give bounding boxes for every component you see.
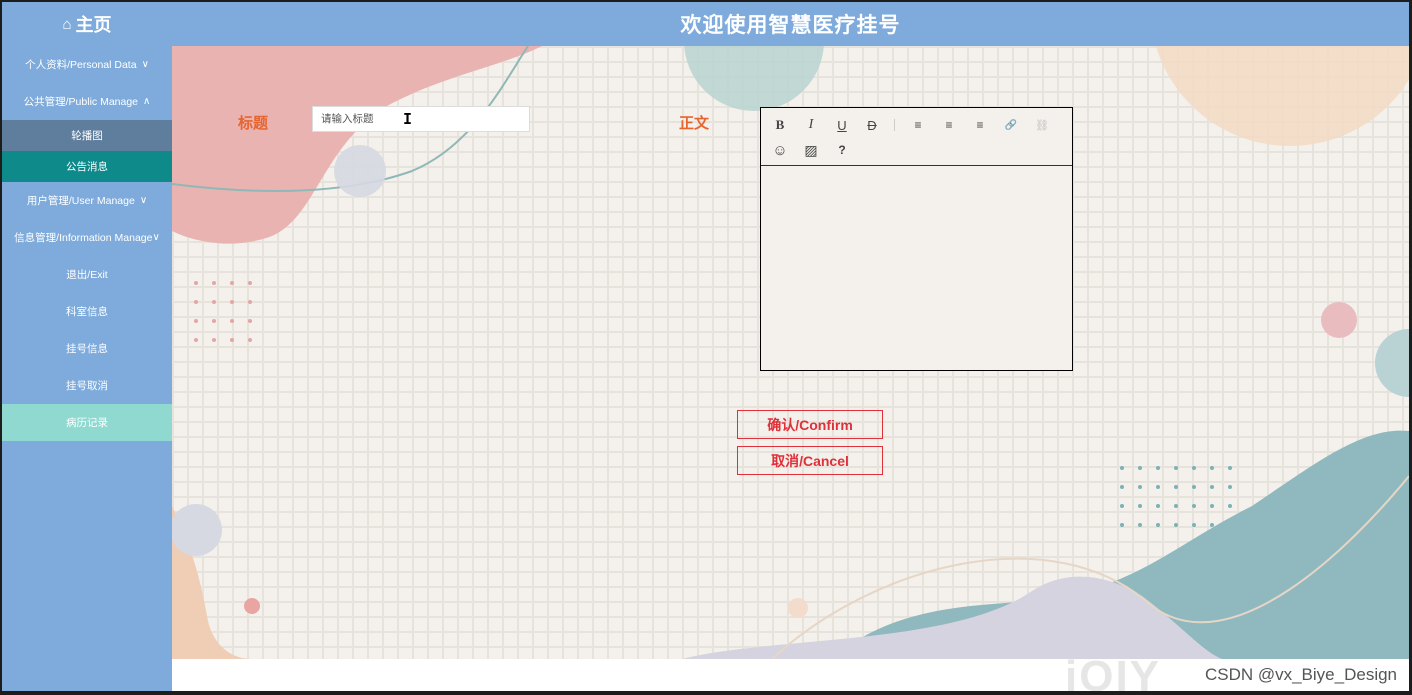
emoji-icon[interactable]: ☺ bbox=[771, 141, 789, 159]
home-link[interactable]: ⌂ 主页 bbox=[2, 2, 172, 46]
sidebar-subitem-carousel[interactable]: 轮播图 bbox=[2, 120, 172, 151]
app-window: ⌂ 主页 欢迎使用智慧医疗挂号 个人资料/Personal Data ∨ 公共管… bbox=[2, 2, 1409, 691]
cancel-button[interactable]: 取消/Cancel bbox=[737, 446, 883, 475]
body-label: 正文 bbox=[679, 115, 710, 132]
site-title: 欢迎使用智慧医疗挂号 bbox=[680, 14, 901, 37]
home-label: 主页 bbox=[75, 15, 112, 35]
sidebar-item-label: 个人资料/Personal Data bbox=[25, 59, 137, 71]
italic-icon[interactable]: I bbox=[802, 116, 820, 134]
editor-toolbar: B I U D ≡ ≡ ≡ 🔗 ⛓ ☺ ▨ ? bbox=[761, 108, 1072, 166]
bold-icon[interactable]: B bbox=[771, 116, 789, 134]
sidebar-item-user-manage[interactable]: 用户管理/User Manage ∨ bbox=[2, 182, 172, 219]
sidebar-item-label: 公共管理/Public Manage bbox=[23, 96, 139, 108]
title-label: 标题 bbox=[238, 115, 269, 132]
text-cursor-icon: I bbox=[403, 110, 413, 128]
sidebar-item-label: 病历记录 bbox=[66, 417, 108, 429]
sidebar-item-public-manage[interactable]: 公共管理/Public Manage ∧ bbox=[2, 83, 172, 120]
chevron-up-icon: ∧ bbox=[143, 96, 151, 107]
sidebar-item-medical-records[interactable]: 病历记录 bbox=[2, 404, 172, 441]
sidebar-item-label: 用户管理/User Manage bbox=[26, 195, 135, 207]
sidebar-item-label: 挂号信息 bbox=[66, 343, 108, 355]
unlink-icon[interactable]: ⛓ bbox=[1033, 116, 1051, 134]
help-icon[interactable]: ? bbox=[833, 141, 851, 159]
align-left-icon[interactable]: ≡ bbox=[909, 116, 927, 134]
title-input[interactable] bbox=[312, 106, 530, 132]
sidebar-item-exit[interactable]: 退出/Exit bbox=[2, 256, 172, 293]
sidebar-item-label: 信息管理/Information Manage bbox=[14, 232, 153, 244]
top-header: ⌂ 主页 欢迎使用智慧医疗挂号 bbox=[2, 2, 1409, 46]
sidebar-item-personal-data[interactable]: 个人资料/Personal Data ∨ bbox=[2, 46, 172, 83]
chevron-down-icon: ∨ bbox=[152, 232, 160, 243]
csdn-watermark: CSDN @vx_Biye_Design bbox=[1204, 665, 1397, 684]
toolbar-divider bbox=[894, 119, 895, 131]
main-content: 标题 I 正文 B I U D ≡ ≡ ≡ 🔗 ⛓ ☺ ▨ ? 确认/Confi… bbox=[172, 46, 1409, 659]
sidebar-item-label: 科室信息 bbox=[66, 306, 108, 318]
sidebar-item-department-info[interactable]: 科室信息 bbox=[2, 293, 172, 330]
align-right-icon[interactable]: ≡ bbox=[971, 116, 989, 134]
editor-text-area[interactable] bbox=[761, 166, 1072, 370]
link-icon[interactable]: 🔗 bbox=[1002, 116, 1020, 134]
confirm-button[interactable]: 确认/Confirm bbox=[737, 410, 883, 439]
sidebar-item-registration-cancel[interactable]: 挂号取消 bbox=[2, 367, 172, 404]
sidebar-item-label: 挂号取消 bbox=[66, 380, 108, 392]
sidebar-item-registration-info[interactable]: 挂号信息 bbox=[2, 330, 172, 367]
sidebar-item-information-manage[interactable]: 信息管理/Information Manage ∨ bbox=[2, 219, 172, 256]
chevron-down-icon: ∨ bbox=[141, 59, 149, 70]
chevron-down-icon: ∨ bbox=[139, 195, 148, 206]
strikethrough-icon[interactable]: D bbox=[863, 116, 881, 134]
home-icon: ⌂ bbox=[62, 15, 72, 33]
rich-text-editor: B I U D ≡ ≡ ≡ 🔗 ⛓ ☺ ▨ ? bbox=[760, 107, 1073, 371]
underline-icon[interactable]: U bbox=[833, 116, 851, 134]
sidebar-item-label: 退出/Exit bbox=[66, 269, 108, 281]
sidebar: 个人资料/Personal Data ∨ 公共管理/Public Manage … bbox=[2, 46, 172, 691]
align-center-icon[interactable]: ≡ bbox=[940, 116, 958, 134]
sidebar-item-label: 轮播图 bbox=[71, 130, 103, 142]
video-logo-watermark: iQIY bbox=[1065, 652, 1162, 691]
sidebar-item-label: 公告消息 bbox=[66, 161, 108, 173]
sidebar-subitem-announcements[interactable]: 公告消息 bbox=[2, 151, 172, 182]
image-icon[interactable]: ▨ bbox=[802, 141, 820, 159]
